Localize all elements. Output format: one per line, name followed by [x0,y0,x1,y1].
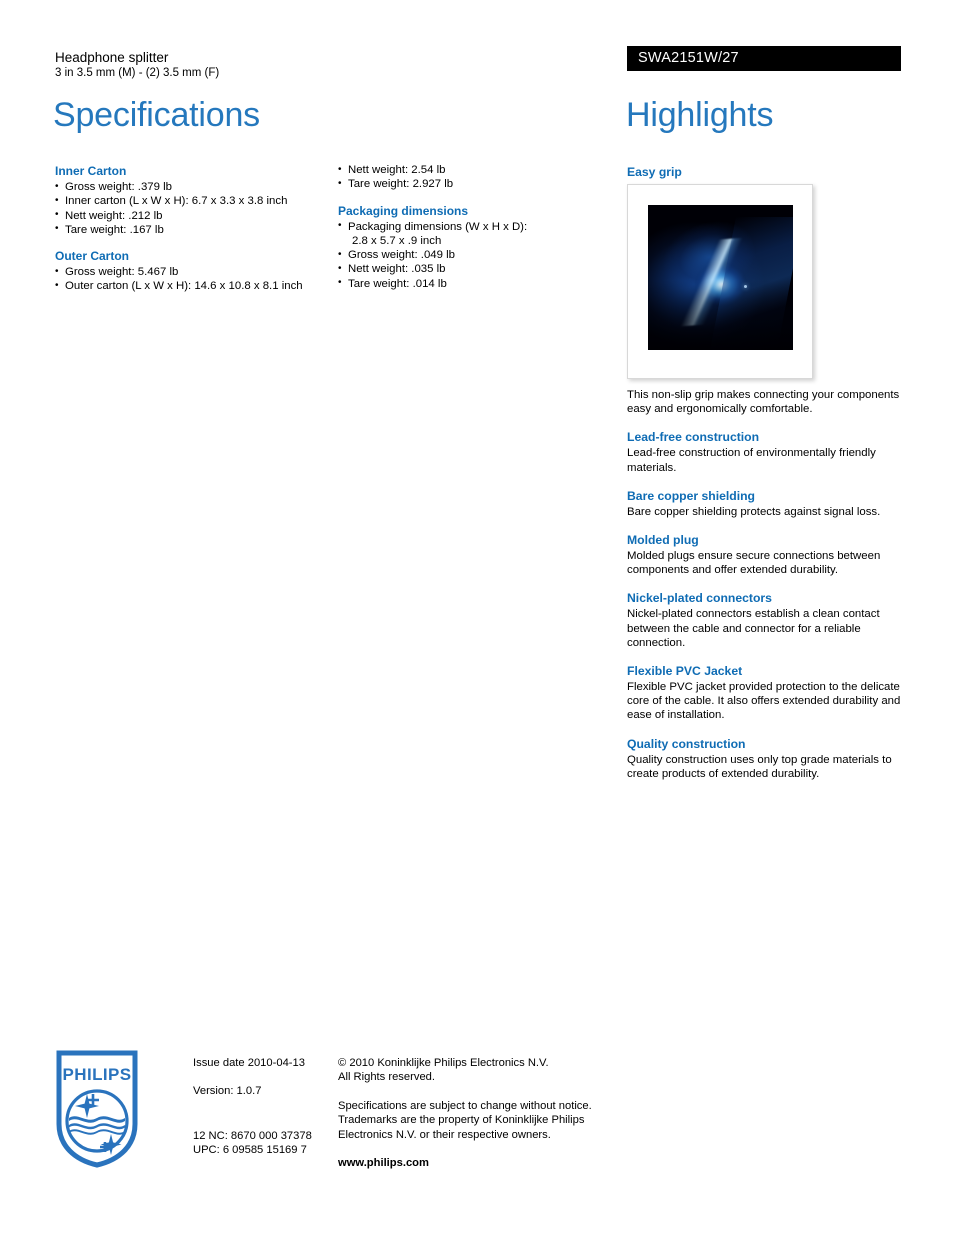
highlight-block: Nickel-plated connectors Nickel-plated co… [627,590,902,650]
image-glow-layer [710,216,793,350]
specification-sheet-page: Headphone splitter 3 in 3.5 mm (M) - (2)… [0,0,954,1235]
highlight-block: Bare copper shielding Bare copper shieldi… [627,488,902,519]
philips-website-link[interactable]: www.philips.com [338,1157,429,1169]
spec-item: Inner carton (L x W x H): 6.7 x 3.3 x 3.… [55,194,335,209]
footer-legal-column: © 2010 Koninklijke Philips Electronics N… [338,1056,608,1170]
specifications-title: Specifications [53,96,260,134]
highlight-block: Lead-free construction Lead-free construc… [627,429,902,474]
image-glow-layer [648,205,793,350]
highlight-title: Quality construction [627,736,746,751]
spec-group: Packaging dimensionsPackaging dimensions… [338,203,618,291]
copyright-line-2: All Rights reserved. [338,1071,435,1084]
highlight-body: Flexible PVC jacket provided protection … [627,681,901,722]
highlights-column: Easy grip This non-slip grip makes connec… [627,164,902,781]
product-image-frame [627,184,813,379]
upc-code: UPC: 6 09585 15169 7 [193,1144,307,1157]
spec-group-title: Packaging dimensions [338,203,469,218]
spec-item: Tare weight: .014 lb [338,276,618,291]
specifications-column-2: Nett weight: 2.54 lbTare weight: 2.927 l… [338,162,618,291]
spec-item: Nett weight: 2.54 lb [338,162,618,177]
legal-disclaimer: Specifications are subject to change wit… [338,1099,592,1141]
spec-group: Nett weight: 2.54 lbTare weight: 2.927 l… [338,162,618,192]
image-glow-layer [691,260,750,310]
philips-wordmark: PHILIPS [63,1065,132,1084]
product-header: Headphone splitter 3 in 3.5 mm (M) - (2)… [55,50,575,81]
highlight-body: Nickel-plated connectors establish a cle… [627,608,880,649]
spec-item: Tare weight: 2.927 lb [338,177,618,192]
spec-group-title: Inner Carton [55,164,127,178]
spec-item: Outer carton (L x W x H): 14.6 x 10.8 x … [55,279,335,294]
image-glow-layer [648,205,763,305]
spec-group: Outer CartonGross weight: 5.467 lbOuter … [55,248,335,294]
product-subtitle: 3 in 3.5 mm (M) - (2) 3.5 mm (F) [55,67,220,79]
highlight-block: Easy grip This non-slip grip makes connec… [627,164,902,416]
spec-group-title: Outer Carton [55,249,130,264]
image-highlight-dot [743,284,747,288]
highlight-body: Molded plugs ensure secure connections b… [627,550,881,577]
highlight-body: This non-slip grip makes connecting your… [627,389,900,416]
nc-code: 12 NC: 8670 000 37378 [193,1129,312,1142]
specifications-column-1: Inner CartonGross weight: .379 lbInner c… [55,163,335,294]
spec-item: Gross weight: .379 lb [55,179,335,194]
highlight-title: Bare copper shielding [627,488,755,503]
image-glow-layer [648,280,793,350]
highlight-body: Lead-free construction of environmentall… [627,447,876,474]
spec-group: Inner CartonGross weight: .379 lbInner c… [55,163,335,237]
highlight-title: Flexible PVC Jacket [627,664,743,679]
spec-item: Packaging dimensions (W x H x D): [338,219,618,234]
highlight-block: Flexible PVC Jacket Flexible PVC jacket p… [627,663,902,723]
issue-date: Issue date 2010-04-13 [193,1057,305,1069]
spec-item: Gross weight: .049 lb [338,248,618,263]
philips-shield-icon: PHILIPS [56,1050,138,1168]
spec-item: Gross weight: 5.467 lb [55,265,335,280]
footer-metadata-column: Issue date 2010-04-13 Version: 1.0.7 12 … [193,1056,333,1158]
highlight-block: Quality construction Quality construction… [627,736,902,781]
highlight-title: Lead-free construction [627,430,760,445]
product-name: Headphone splitter [55,50,169,65]
philips-waves [69,1116,125,1135]
highlight-title: Easy grip [627,165,682,179]
philips-logo: PHILIPS [56,1050,138,1168]
spec-item: Tare weight: .167 lb [55,222,335,237]
spec-item: Nett weight: .212 lb [55,208,335,223]
copyright-line-1: © 2010 Koninklijke Philips Electronics N… [338,1057,549,1069]
spec-item: Nett weight: .035 lb [338,262,618,277]
highlight-body: Bare copper shielding protects against s… [627,505,881,518]
model-number-badge: SWA2151W/27 [627,46,901,71]
highlight-block: Molded plug Molded plugs ensure secure co… [627,532,902,577]
version: Version: 1.0.7 [193,1085,262,1098]
image-glow-layer [665,236,762,327]
highlight-body: Quality construction uses only top grade… [627,753,892,780]
highlight-title: Molded plug [627,533,699,548]
highlight-title: Nickel-plated connectors [627,591,772,606]
page-footer: PHILIPS Issue date 2010-04-13 Version: 1… [0,1045,954,1185]
highlights-title: Highlights [626,96,774,134]
spec-item-continuation: 2.8 x 5.7 x .9 inch [352,234,442,247]
product-glow-image [648,205,793,350]
